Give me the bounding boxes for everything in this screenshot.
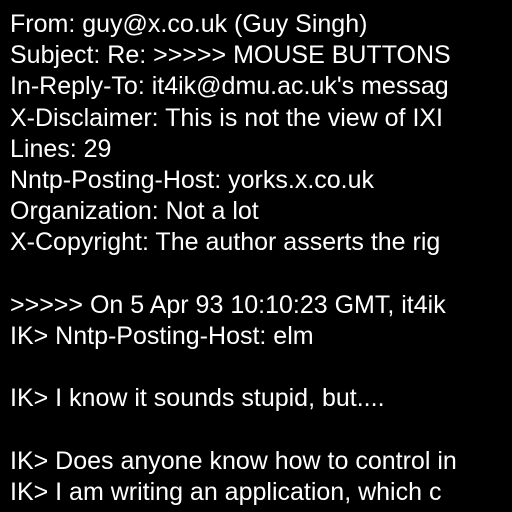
header-from: From: guy@x.co.uk (Guy Singh) <box>10 10 368 38</box>
header-x-copyright: X-Copyright: The author asserts the rig <box>10 228 441 257</box>
header-nntp-posting-host: Nntp-Posting-Host: yorks.x.co.uk <box>10 165 375 194</box>
quoted-line: IK> Does anyone know how to control in <box>10 446 457 475</box>
header-subject: Subject: Re: >>>>> MOUSE BUTTONS <box>10 41 451 70</box>
header-lines: Lines: 29 <box>10 134 112 163</box>
header-x-disclaimer: X-Disclaimer: This is not the view of IX… <box>10 103 444 132</box>
header-organization: Organization: Not a lot <box>10 197 259 226</box>
quoted-line: IK> I know it sounds stupid, but.... <box>10 384 385 413</box>
header-in-reply-to: In-Reply-To: it4ik@dmu.ac.uk's messag <box>10 72 449 101</box>
quote-attribution: >>>>> On 5 Apr 93 10:10:23 GMT, it4ik <box>10 290 446 319</box>
quoted-line: IK> I am writing an application, which c <box>10 477 442 506</box>
quoted-line: IK> Nntp-Posting-Host: elm <box>10 321 314 350</box>
message-text: From: guy@x.co.uk (Guy Singh) Subject: R… <box>10 9 512 508</box>
